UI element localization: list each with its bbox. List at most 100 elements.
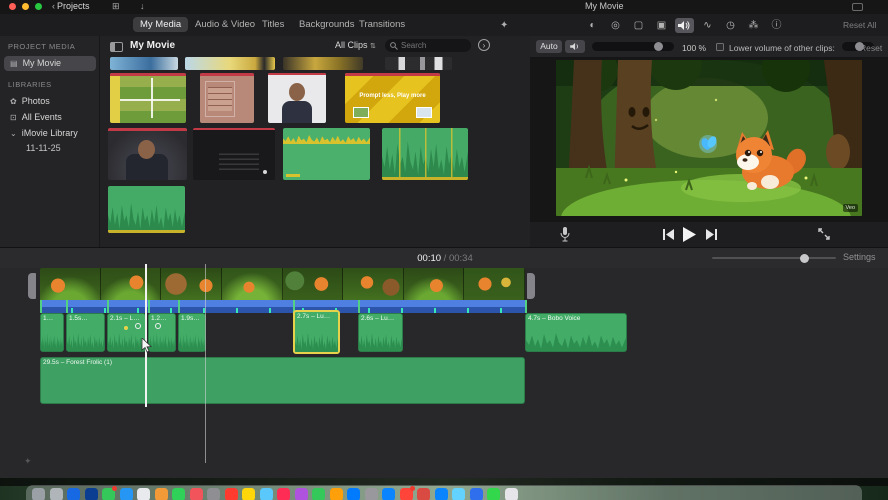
previous-frame-icon[interactable] [663, 229, 674, 240]
audio-clip[interactable]: 1.5s… [66, 313, 105, 352]
download-arrow-icon[interactable]: ↓ [140, 1, 145, 11]
import-media-icon[interactable]: ⊞ [112, 1, 120, 12]
dock-app-icon[interactable] [137, 487, 150, 500]
dock-app-icon[interactable] [382, 487, 395, 500]
media-thumbnail-audio[interactable] [382, 128, 468, 180]
trim-handle-left[interactable] [28, 273, 36, 299]
dock-app-icon[interactable] [224, 487, 238, 500]
dock-app-icon[interactable] [312, 487, 325, 500]
speed-icon[interactable]: ◷ [721, 18, 740, 33]
fade-handle[interactable] [155, 323, 161, 329]
tab-titles[interactable]: Titles [255, 17, 291, 32]
stabilization-icon[interactable]: ▣ [652, 18, 671, 33]
dock-app-icon[interactable] [364, 487, 378, 500]
dock-app-icon[interactable] [399, 485, 415, 500]
timeline-settings-button[interactable]: Settings [843, 252, 876, 262]
dock-app-icon[interactable] [259, 487, 273, 500]
crop-icon[interactable]: ▢ [629, 18, 648, 33]
beat-marker[interactable] [124, 326, 128, 330]
video-clip-audio-strip[interactable] [40, 300, 525, 313]
close-window-button[interactable] [9, 3, 16, 10]
sidebar-item-my-movie[interactable]: ▤ My Movie [4, 56, 96, 71]
sidebar-item-library-date[interactable]: 11-11-25 [26, 143, 61, 153]
search-input[interactable] [401, 39, 467, 52]
dock-app-icon[interactable] [67, 487, 80, 500]
lower-volume-checkbox[interactable] [716, 43, 724, 51]
dock-app-icon[interactable] [154, 487, 168, 500]
audio-clip[interactable]: 4.7s – Bobo Voice [525, 313, 627, 352]
trim-handle-right[interactable] [527, 273, 535, 299]
play-icon[interactable] [683, 227, 696, 242]
dock-app-icon[interactable] [469, 487, 483, 500]
reset-all-button[interactable]: Reset All [843, 20, 877, 30]
dock-app-icon[interactable] [189, 487, 203, 500]
volume-slider[interactable] [592, 42, 674, 51]
fullscreen-icon[interactable] [818, 228, 830, 240]
media-thumbnail[interactable] [185, 57, 275, 70]
dock-app-icon[interactable] [172, 487, 185, 500]
video-clip-filmstrip[interactable] [40, 268, 525, 300]
auto-volume-button[interactable]: Auto [536, 40, 562, 53]
minimize-window-button[interactable] [22, 3, 29, 10]
media-thumbnail-audio[interactable] [283, 128, 370, 180]
tab-audio-video[interactable]: Audio & Video [188, 17, 262, 32]
sidebar-item-all-events[interactable]: ⊡ All Events [4, 110, 96, 125]
dock-app-icon[interactable] [487, 487, 500, 500]
media-thumbnail[interactable] [385, 57, 452, 70]
media-thumbnail-presenter[interactable] [268, 73, 326, 123]
enhance-wand-icon[interactable]: ✦ [500, 20, 508, 31]
dock-app-icon[interactable] [294, 487, 308, 500]
dock-app-icon[interactable] [49, 487, 63, 500]
timeline-zoom-slider[interactable] [712, 253, 836, 263]
audio-clip[interactable]: 2.6s – Lu… [358, 313, 403, 352]
record-voiceover-mic-icon[interactable] [560, 227, 570, 242]
clip-filter-icon[interactable]: ⁂ [744, 18, 763, 33]
dock-app-icon[interactable] [32, 487, 45, 500]
audio-clip-selected[interactable]: 2.7s – Lu… [293, 310, 340, 354]
dock-app-icon[interactable] [329, 487, 343, 500]
volume-slider-knob[interactable] [654, 42, 663, 51]
color-balance-icon[interactable]: ◐ [583, 18, 602, 33]
dock-app-icon[interactable] [434, 487, 448, 500]
audio-clip[interactable]: 1.9s… [178, 313, 206, 352]
video-preview[interactable]: Veo [556, 60, 862, 216]
dock-app-icon[interactable] [119, 487, 133, 500]
media-thumbnail-presenter-dark[interactable] [108, 128, 187, 180]
media-thumbnail-audio[interactable] [108, 186, 185, 233]
dock-app-icon[interactable] [347, 487, 360, 500]
media-thumbnail-slide[interactable] [200, 73, 254, 123]
background-music-clip[interactable]: 29.5s – Forest Frolic (1) [40, 357, 525, 404]
zoom-window-button[interactable] [35, 3, 42, 10]
dock-app-icon[interactable] [452, 487, 465, 500]
tab-my-media[interactable]: My Media [133, 17, 189, 32]
media-thumbnail[interactable] [110, 57, 178, 70]
media-thumbnail-terminal[interactable] [193, 128, 275, 180]
tab-transitions[interactable]: Transitions [352, 17, 412, 32]
dock-app-icon[interactable] [504, 487, 518, 500]
dock-app-icon[interactable] [277, 487, 290, 500]
dock-app-icon[interactable] [417, 487, 430, 500]
sidebar-item-photos[interactable]: ✿ Photos [4, 94, 96, 109]
media-thumbnail-yellow-slide[interactable]: Prompt less, Play more [345, 73, 440, 123]
dock-app-icon[interactable] [207, 487, 220, 500]
sidebar-toggle-icon[interactable] [110, 42, 123, 52]
media-thumbnail-fox-collage[interactable] [110, 73, 186, 123]
volume-reset-button[interactable]: Reset [860, 43, 882, 53]
dock-app-icon[interactable] [102, 485, 117, 500]
playhead[interactable] [145, 264, 147, 407]
info-icon[interactable]: ⓘ [767, 18, 786, 33]
dock-app-icon[interactable] [242, 487, 255, 500]
all-clips-filter[interactable]: All Clips ⇅ [335, 40, 376, 50]
browser-advance-icon[interactable]: › [478, 39, 490, 51]
media-thumbnail[interactable] [283, 57, 363, 70]
mute-speaker-icon[interactable] [565, 40, 585, 53]
audio-clip[interactable]: 1.2… [148, 313, 176, 352]
noise-reduction-icon[interactable]: ∿ [698, 18, 717, 33]
projects-back-button[interactable]: ‹ Projects [52, 1, 90, 11]
audio-clip[interactable]: 1… [40, 313, 64, 352]
color-correction-icon[interactable]: ◎ [606, 18, 625, 33]
dock-app-icon[interactable] [84, 487, 98, 500]
fade-handle[interactable] [135, 323, 141, 329]
volume-tool-icon[interactable] [675, 18, 694, 33]
sidebar-item-imovie-library[interactable]: ⌄ iMovie Library [4, 126, 96, 141]
